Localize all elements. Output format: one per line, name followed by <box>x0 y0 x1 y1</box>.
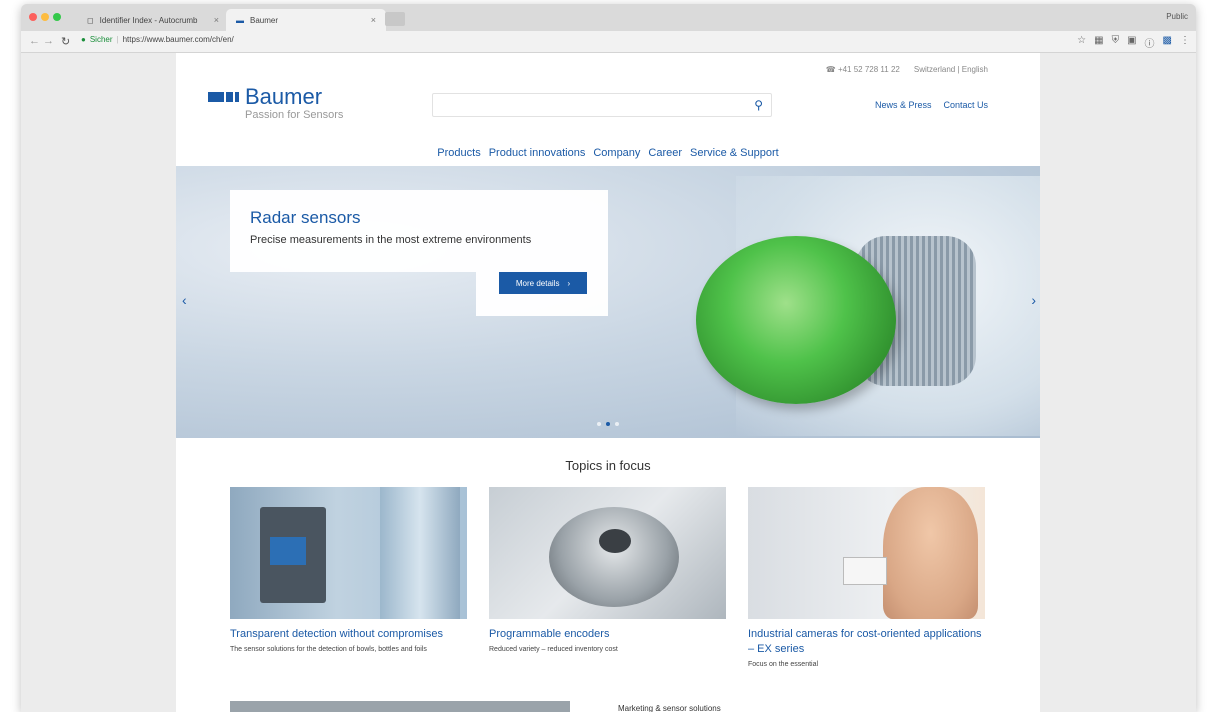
slider-dots <box>176 422 1040 426</box>
slider-next-arrow-icon[interactable]: › <box>1031 292 1036 308</box>
reload-icon[interactable]: ↻ <box>61 35 70 48</box>
nav-item-career[interactable]: Career <box>648 147 682 159</box>
chevron-right-icon: › <box>567 278 571 288</box>
header-links: News & Press Contact Us <box>875 100 988 110</box>
extension-icon[interactable]: ▩ <box>1163 35 1172 50</box>
topic-text: Reduced variety – reduced inventory cost <box>489 646 618 653</box>
maximize-window-button[interactable] <box>53 13 61 21</box>
page-icon: ◻ <box>87 15 94 25</box>
news-press-link[interactable]: News & Press <box>875 100 932 110</box>
browser-toolbar: ← → ↻ ● Sicher | https://www.baumer.com/… <box>21 31 1196 53</box>
slider-dot-active[interactable] <box>606 422 610 426</box>
nav-item-service-support[interactable]: Service & Support <box>690 147 779 159</box>
topic-card[interactable]: Programmable encoders Reduced variety – … <box>489 487 726 669</box>
phone-link[interactable]: ☎ +41 52 728 11 22 <box>826 65 900 74</box>
baumer-logo[interactable]: Baumer Passion for Sensors <box>208 86 343 121</box>
more-details-button[interactable]: More details › <box>499 272 587 294</box>
logo-tagline: Passion for Sensors <box>245 109 344 121</box>
page-viewport: ☎ +41 52 728 11 22 Switzerland | English… <box>21 53 1196 712</box>
url-text[interactable]: https://www.baumer.com/ch/en/ <box>123 35 234 44</box>
back-arrow-icon[interactable]: ← <box>29 35 40 47</box>
teaser-image[interactable] <box>230 701 570 712</box>
contact-us-link[interactable]: Contact Us <box>943 100 988 110</box>
close-icon[interactable]: × <box>214 15 219 25</box>
slider-dot[interactable] <box>615 422 619 426</box>
baumer-favicon-icon: ▬ <box>236 15 244 25</box>
topic-title[interactable]: Programmable encoders <box>489 627 726 642</box>
info-icon[interactable]: ⓘ <box>1145 35 1155 50</box>
extension-icon[interactable]: ▦ <box>1094 35 1103 50</box>
menu-icon[interactable]: ⋮ <box>1180 35 1190 50</box>
topic-text: The sensor solutions for the detection o… <box>230 646 427 653</box>
browser-window: ◻ Identifier Index - Autocrumb × ▬ Baume… <box>21 4 1196 712</box>
radar-sensor-lens <box>696 236 896 404</box>
hero-title: Radar sensors <box>250 208 361 227</box>
topics-heading: Topics in focus <box>565 458 651 473</box>
nav-item-products[interactable]: Products <box>437 147 480 159</box>
search-icon[interactable]: ⚲ <box>754 98 763 112</box>
hero-card: Radar sensors Precise measurements in th… <box>230 190 608 272</box>
nav-item-product-innovations[interactable]: Product innovations <box>489 147 586 159</box>
extension-icon[interactable]: ▣ <box>1127 35 1136 50</box>
tab-label: Identifier Index - Autocrumb <box>99 15 198 25</box>
tab-label: Baumer <box>250 15 279 25</box>
teaser-text[interactable]: Marketing & sensor solutions <box>618 704 721 712</box>
tab-identifier-index[interactable]: ◻ Identifier Index - Autocrumb × <box>77 9 229 31</box>
topics-cards: Transparent detection without compromise… <box>230 487 986 669</box>
forward-arrow-icon[interactable]: → <box>43 35 54 47</box>
slider-dot[interactable] <box>597 422 601 426</box>
profile-label[interactable]: Public <box>1166 12 1188 21</box>
new-tab-button[interactable] <box>385 12 405 26</box>
topic-title[interactable]: Industrial cameras for cost-oriented app… <box>748 627 985 657</box>
star-icon[interactable]: ☆ <box>1077 35 1086 50</box>
logo-mark <box>208 92 239 102</box>
hero-subtitle: Precise measurements in the most extreme… <box>250 234 532 246</box>
topic-card[interactable]: Transparent detection without compromise… <box>230 487 467 669</box>
logo-name: Baumer <box>245 84 323 109</box>
separator: | <box>116 35 119 44</box>
hero-slider: Radar sensors Precise measurements in th… <box>176 166 1040 438</box>
minimize-window-button[interactable] <box>41 13 49 21</box>
topic-text: Focus on the essential <box>748 661 819 668</box>
close-window-button[interactable] <box>29 13 37 21</box>
topic-title[interactable]: Transparent detection without compromise… <box>230 627 467 642</box>
tab-strip: ◻ Identifier Index - Autocrumb × ▬ Baume… <box>21 4 1196 31</box>
nav-item-company[interactable]: Company <box>593 147 640 159</box>
search-input[interactable]: ⚲ <box>432 93 772 117</box>
secure-label: Sicher <box>89 35 113 44</box>
phone-icon: ☎ <box>825 65 836 74</box>
button-label: More details <box>515 278 560 288</box>
lock-icon: ● <box>81 35 86 44</box>
topic-image-industrial-cameras[interactable] <box>748 487 985 619</box>
utility-bar: ☎ +41 52 728 11 22 Switzerland | English <box>826 65 988 74</box>
topic-image-transparent-detection[interactable] <box>230 487 467 619</box>
extension-icons: ☆ ▦ ⛨ ▣ ⓘ ▩ ⋮ <box>1077 35 1190 50</box>
topic-image-encoders[interactable] <box>489 487 726 619</box>
shield-icon[interactable]: ⛨ <box>1112 35 1120 50</box>
baumer-page: ☎ +41 52 728 11 22 Switzerland | English… <box>176 53 1040 712</box>
topic-card[interactable]: Industrial cameras for cost-oriented app… <box>748 487 985 669</box>
address-bar[interactable]: ● Sicher | https://www.baumer.com/ch/en/ <box>81 35 234 44</box>
region-selector[interactable]: Switzerland | English <box>914 65 988 74</box>
tab-baumer[interactable]: ▬ Baumer × <box>226 9 386 31</box>
close-icon[interactable]: × <box>371 15 376 25</box>
main-navigation: Products Product innovations Company Car… <box>176 147 1040 159</box>
slider-prev-arrow-icon[interactable]: ‹ <box>182 292 187 308</box>
